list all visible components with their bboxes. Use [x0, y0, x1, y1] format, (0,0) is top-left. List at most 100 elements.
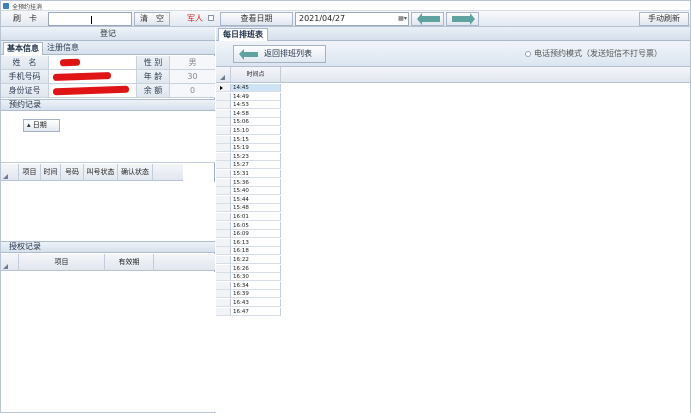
appointments-grid-body[interactable] — [1, 182, 215, 241]
schedule-row[interactable]: 16:13 — [216, 238, 282, 247]
col-time-point[interactable]: 时间点 — [231, 67, 281, 83]
back-to-schedule-list-button[interactable]: 返回排班列表 — [233, 45, 326, 63]
time-point-cell[interactable]: 16:47 — [231, 307, 281, 316]
col-project[interactable]: 项目 — [19, 164, 41, 181]
manual-refresh-button[interactable]: 手动刷新 — [639, 12, 689, 26]
col-auth-project[interactable]: 项目 — [19, 254, 105, 271]
time-point-cell[interactable]: 16:09 — [231, 230, 281, 239]
register-button[interactable]: 登记 — [1, 27, 215, 41]
calendar-dropdown-icon[interactable]: ▦▾ — [398, 15, 407, 23]
authorization-grid-body[interactable] — [1, 272, 215, 412]
row-header[interactable] — [216, 84, 231, 92]
time-point-cell[interactable]: 16:13 — [231, 238, 281, 247]
col-number[interactable]: 号码 — [61, 164, 84, 181]
time-point-cell[interactable]: 15:23 — [231, 152, 281, 161]
tab-registration-info[interactable]: 注册信息 — [44, 42, 82, 55]
time-point-cell[interactable]: 16:34 — [231, 281, 281, 290]
clear-button[interactable]: 清 空 — [134, 12, 170, 26]
row-header[interactable] — [216, 307, 231, 316]
row-header[interactable] — [216, 92, 231, 101]
row-header[interactable] — [216, 118, 231, 127]
schedule-row[interactable]: 14:53 — [216, 101, 282, 110]
schedule-row[interactable]: 16:30 — [216, 273, 282, 282]
schedule-row[interactable]: 15:19 — [216, 144, 282, 153]
schedule-row[interactable]: 16:22 — [216, 256, 282, 264]
time-point-cell[interactable]: 15:40 — [231, 187, 281, 196]
schedule-row[interactable]: 15:10 — [216, 127, 282, 135]
time-point-cell[interactable]: 14:49 — [231, 92, 281, 101]
schedule-row[interactable]: 15:36 — [216, 178, 282, 187]
row-header[interactable] — [216, 290, 231, 299]
phone-mode-radio[interactable] — [525, 51, 531, 57]
row-header[interactable] — [216, 178, 231, 187]
schedule-row[interactable]: 16:43 — [216, 299, 282, 307]
row-header[interactable] — [216, 213, 231, 221]
time-point-cell[interactable]: 15:48 — [231, 204, 281, 213]
time-point-cell[interactable]: 16:39 — [231, 290, 281, 299]
time-point-cell[interactable]: 14:45 — [231, 84, 281, 92]
schedule-row[interactable]: 14:58 — [216, 109, 282, 118]
row-header[interactable] — [216, 281, 231, 290]
phone-field[interactable] — [49, 70, 137, 83]
row-header[interactable] — [216, 170, 231, 178]
row-header[interactable] — [216, 144, 231, 153]
time-point-cell[interactable]: 16:18 — [231, 247, 281, 256]
group-by-date-button[interactable]: ▴ 日期 — [23, 119, 60, 132]
row-header[interactable] — [216, 247, 231, 256]
row-header[interactable] — [216, 127, 231, 135]
prev-day-button[interactable] — [411, 12, 444, 26]
schedule-row[interactable]: 14:45 — [216, 84, 282, 92]
schedule-row[interactable]: 16:09 — [216, 230, 282, 239]
schedule-row[interactable]: 15:23 — [216, 152, 282, 161]
row-header[interactable] — [216, 238, 231, 247]
schedule-row[interactable]: 15:15 — [216, 135, 282, 144]
row-header[interactable] — [216, 230, 231, 239]
schedule-row[interactable]: 16:01 — [216, 213, 282, 221]
col-call-status[interactable]: 叫号状态 — [84, 164, 118, 181]
schedule-row[interactable]: 16:26 — [216, 264, 282, 273]
row-header[interactable] — [216, 101, 231, 110]
time-point-cell[interactable]: 15:06 — [231, 118, 281, 127]
time-point-cell[interactable]: 16:01 — [231, 213, 281, 221]
time-point-cell[interactable]: 15:27 — [231, 161, 281, 170]
row-header[interactable] — [216, 264, 231, 273]
date-picker[interactable]: 2021/04/27 ▦▾ — [295, 12, 409, 26]
name-field[interactable] — [49, 56, 137, 69]
time-point-cell[interactable]: 15:19 — [231, 144, 281, 153]
time-point-cell[interactable]: 16:05 — [231, 221, 281, 230]
row-header[interactable] — [216, 299, 231, 307]
schedule-row[interactable]: 15:27 — [216, 161, 282, 170]
time-point-cell[interactable]: 15:31 — [231, 170, 281, 178]
time-point-cell[interactable]: 15:10 — [231, 127, 281, 135]
row-header[interactable] — [216, 195, 231, 204]
row-header[interactable] — [216, 187, 231, 196]
schedule-row[interactable]: 15:48 — [216, 204, 282, 213]
time-point-cell[interactable]: 14:58 — [231, 109, 281, 118]
col-confirm-status[interactable]: 确认状态 — [118, 164, 153, 181]
view-date-button[interactable]: 查看日期 — [220, 12, 293, 26]
col-validity[interactable]: 有效期 — [105, 254, 154, 271]
schedule-row[interactable]: 14:49 — [216, 92, 282, 101]
row-header[interactable] — [216, 204, 231, 213]
time-point-cell[interactable]: 15:15 — [231, 135, 281, 144]
row-header[interactable] — [216, 152, 231, 161]
schedule-row[interactable]: 15:40 — [216, 187, 282, 196]
row-header[interactable] — [216, 135, 231, 144]
schedule-row[interactable]: 16:18 — [216, 247, 282, 256]
military-checkbox[interactable] — [208, 15, 214, 21]
schedule-row[interactable]: 16:05 — [216, 221, 282, 230]
row-header[interactable] — [216, 221, 231, 230]
row-header[interactable] — [216, 273, 231, 282]
time-point-cell[interactable]: 16:22 — [231, 256, 281, 264]
tab-basic-info[interactable]: 基本信息 — [3, 42, 43, 55]
col-time[interactable]: 时间 — [41, 164, 61, 181]
schedule-row[interactable]: 15:06 — [216, 118, 282, 127]
schedule-row[interactable]: 16:34 — [216, 281, 282, 290]
time-point-cell[interactable]: 15:36 — [231, 178, 281, 187]
row-header[interactable] — [216, 161, 231, 170]
time-point-cell[interactable]: 14:53 — [231, 101, 281, 110]
time-point-cell[interactable]: 16:43 — [231, 299, 281, 307]
next-day-button[interactable] — [446, 12, 479, 26]
tab-daily-schedule[interactable]: 每日排班表 — [218, 28, 268, 41]
id-field[interactable] — [49, 84, 137, 97]
